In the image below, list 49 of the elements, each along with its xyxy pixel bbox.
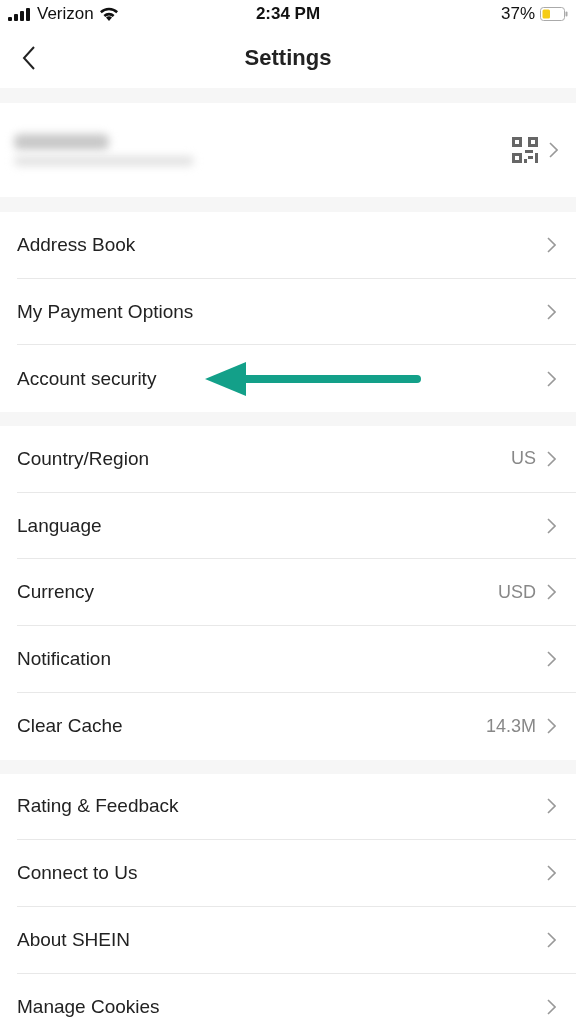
settings-row[interactable]: Country/Region US: [17, 426, 576, 493]
row-label: Language: [17, 514, 102, 537]
settings-row[interactable]: Clear Cache 14.3M: [17, 692, 576, 760]
chevron-right-icon: [548, 142, 558, 158]
chevron-right-icon: [546, 584, 556, 601]
back-icon: [22, 46, 36, 70]
chevron-right-icon: [546, 370, 556, 387]
chevron-right-icon: [546, 650, 556, 667]
row-label: Currency: [17, 581, 95, 604]
row-value: 14.3M: [485, 715, 536, 737]
qr-code-icon: [512, 137, 538, 163]
chevron-right-icon: [546, 303, 556, 320]
row-label: Rating & Feedback: [17, 795, 179, 818]
settings-row[interactable]: Notification: [17, 626, 576, 693]
chevron-right-icon: [546, 450, 556, 467]
row-label: Clear Cache: [17, 715, 123, 738]
page-title: Settings: [244, 45, 332, 71]
settings-row[interactable]: My Payment Options: [17, 278, 576, 346]
row-label: My Payment Options: [17, 300, 194, 323]
row-label: Country/Region: [17, 447, 150, 470]
chevron-right-icon: [546, 718, 556, 735]
chevron-right-icon: [546, 517, 556, 534]
carrier-name: Verizon: [37, 4, 94, 24]
row-label: Address Book: [17, 233, 136, 256]
settings-row[interactable]: Address Book: [17, 212, 576, 279]
row-label: Notification: [17, 647, 111, 670]
chevron-right-icon: [546, 931, 556, 948]
settings-row[interactable]: Account security: [17, 345, 576, 413]
battery-percent: 37%: [500, 4, 535, 24]
settings-row[interactable]: Manage Cookies: [17, 973, 576, 1024]
row-label: Account security: [17, 367, 157, 390]
chevron-right-icon: [546, 998, 556, 1015]
settings-row[interactable]: Rating & Feedback: [17, 773, 576, 841]
battery-icon: [540, 7, 568, 21]
settings-row[interactable]: About SHEIN: [17, 906, 576, 974]
settings-row[interactable]: Connect to Us: [17, 840, 576, 907]
row-label: Manage Cookies: [17, 995, 160, 1018]
row-value: US: [511, 448, 536, 470]
row-value: USD: [498, 581, 536, 603]
chevron-right-icon: [546, 798, 556, 815]
chevron-right-icon: [546, 236, 556, 253]
clock-time: 2:34 PM: [255, 4, 321, 24]
settings-row[interactable]: Currency USD: [17, 559, 576, 627]
settings-row[interactable]: Language: [17, 492, 576, 560]
row-label: About SHEIN: [17, 928, 130, 951]
wifi-icon: [98, 6, 119, 22]
signal-icon: [8, 7, 32, 21]
chevron-right-icon: [546, 865, 556, 882]
row-label: Connect to Us: [17, 862, 138, 885]
